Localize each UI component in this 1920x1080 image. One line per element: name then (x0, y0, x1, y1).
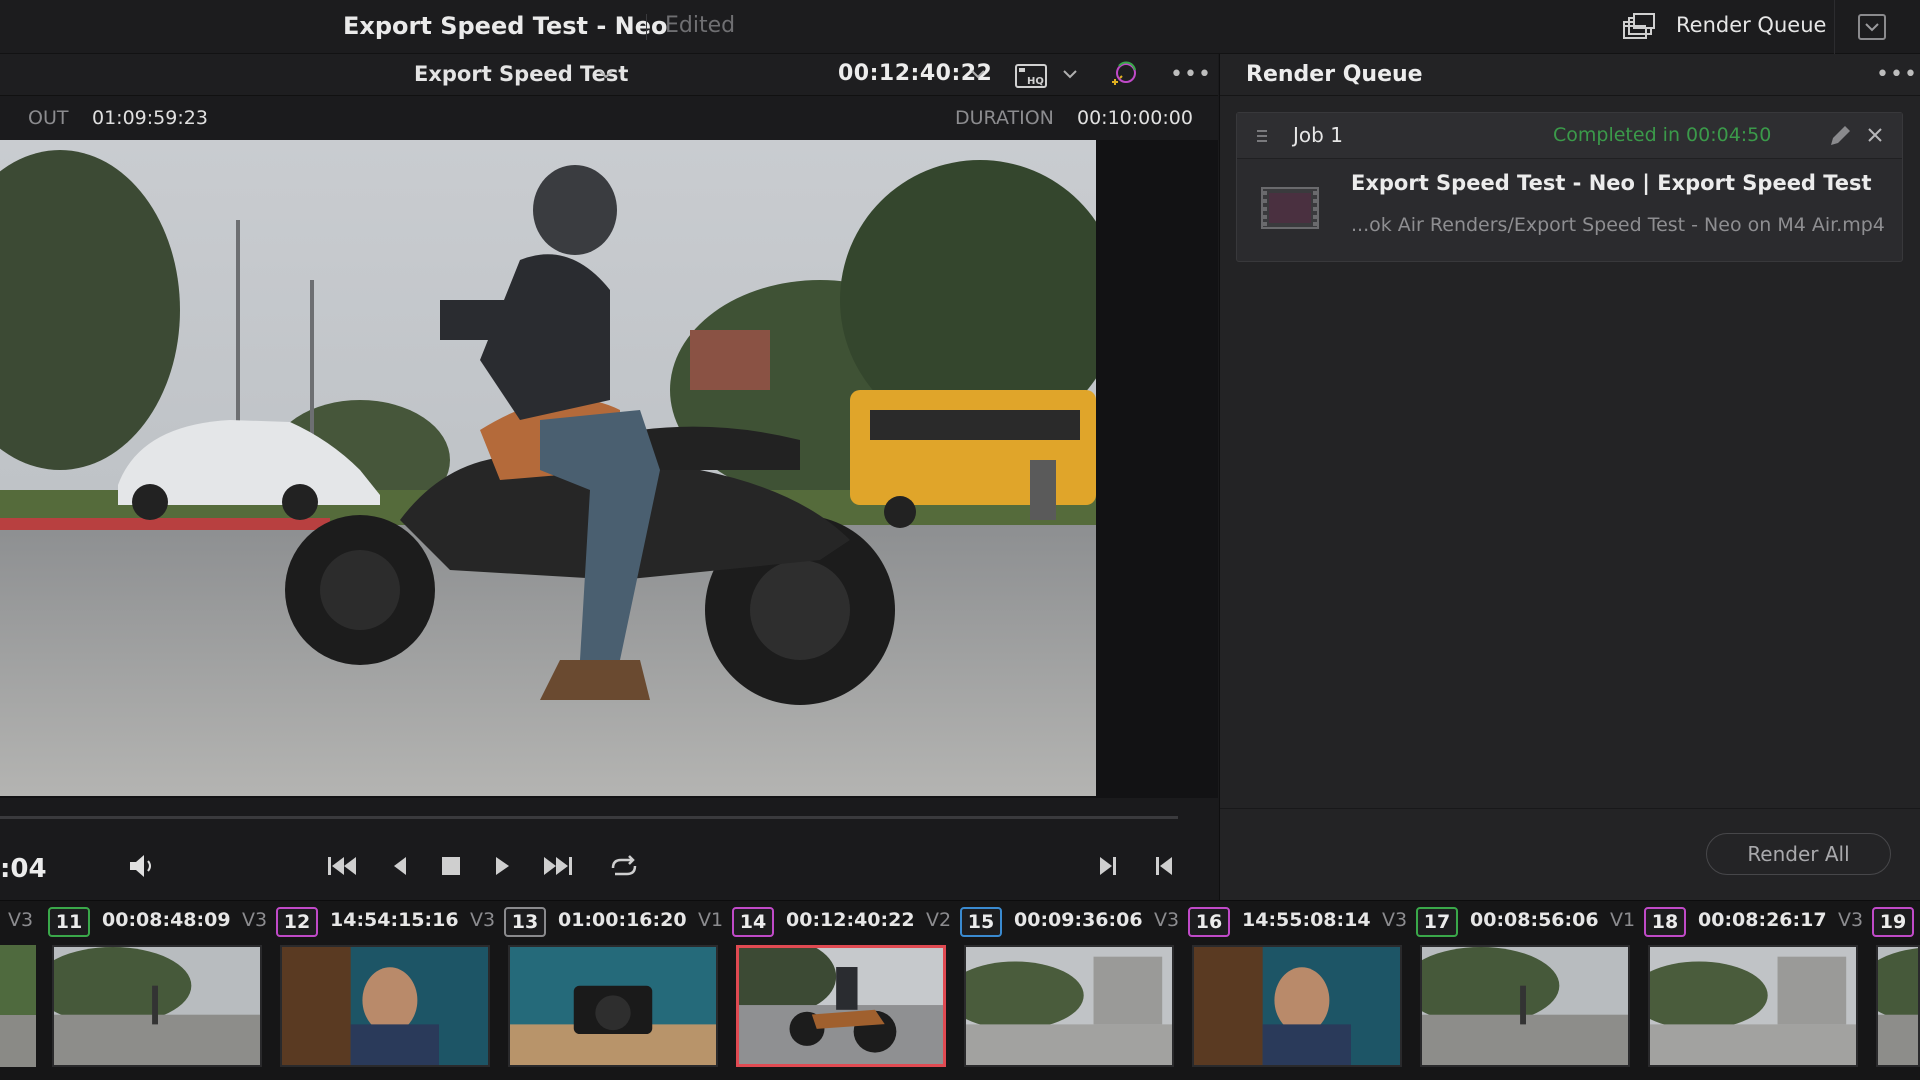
out-value: 01:09:59:23 (92, 107, 208, 129)
video-frame[interactable] (0, 140, 1096, 796)
duration-value: 00:10:00:00 (1077, 107, 1193, 129)
render-queue-icon[interactable] (1622, 12, 1656, 42)
collapse-icon (1865, 23, 1879, 32)
clip-number-badge: 15 (960, 907, 1002, 937)
job-title: Export Speed Test - Neo | Export Speed T… (1351, 171, 1872, 195)
volume-icon[interactable] (124, 850, 160, 882)
transport-controls: :04 (0, 830, 1218, 900)
close-icon[interactable] (1865, 125, 1885, 145)
clip-track-label: V3 (1838, 909, 1864, 931)
clip-timecode: 00:08:26:17 (1698, 909, 1827, 931)
render-queue-more-icon[interactable]: ••• (1876, 62, 1918, 87)
title-divider (646, 14, 647, 40)
drag-handle-icon[interactable] (1257, 129, 1267, 143)
clip-number-badge: 16 (1188, 907, 1230, 937)
clip-track-label: V3 (242, 909, 268, 931)
clip-thumbnail[interactable] (280, 945, 490, 1067)
stop-icon[interactable] (433, 850, 469, 882)
chevron-down-icon[interactable] (970, 66, 986, 82)
clip-timecode: 00:08:48:09 (102, 909, 231, 931)
job-output-path: ...ok Air Renders/Export Speed Test - Ne… (1351, 214, 1885, 236)
footer-divider (1220, 808, 1920, 809)
clip-thumbnail[interactable] (964, 945, 1174, 1067)
clip-number-badge: 17 (1416, 907, 1458, 937)
clip-timecode: 14:55:08:14 (1242, 909, 1371, 931)
clip-number-badge: 11 (48, 907, 90, 937)
clip-thumbnail[interactable] (1192, 945, 1402, 1067)
clip-timecode: 00:09:36:06 (1014, 909, 1143, 931)
clip-timecode: 14:54:15:16 (330, 909, 459, 931)
step-back-icon[interactable] (382, 850, 418, 882)
scrubber-bar[interactable] (0, 816, 1178, 819)
svg-text:HQ: HQ (1027, 76, 1044, 87)
partial-clip-thumbnail[interactable] (0, 945, 36, 1067)
render-queue-panel: Render Queue ••• Job 1 Completed in 00:0… (1219, 54, 1920, 900)
clip-number-badge: 14 (732, 907, 774, 937)
viewer-info-row: OUT 01:09:59:23 DURATION 00:10:00:00 (0, 96, 1218, 140)
clip-thumbnail[interactable] (508, 945, 718, 1067)
render-queue-button[interactable]: Render Queue (1676, 13, 1826, 37)
job-header: Job 1 Completed in 00:04:50 (1237, 113, 1902, 159)
current-timecode: :04 (0, 854, 47, 884)
clip-strip: V3 11 00:08:48:09 V3 12 14:54:15:16 V3 13 01:00… (0, 900, 1920, 1080)
project-title: Export Speed Test - Neo (343, 12, 668, 40)
clip-thumbnail[interactable] (736, 945, 946, 1067)
mark-in-icon[interactable] (1090, 850, 1126, 882)
skip-end-icon[interactable] (540, 850, 576, 882)
render-all-button[interactable]: Render All (1706, 833, 1891, 875)
clip-track-label: V3 (1154, 909, 1180, 931)
clip-track-label: V3 (1382, 909, 1408, 931)
clip-track-label: V3 (8, 909, 34, 931)
clip-thumbnail[interactable] (1648, 945, 1858, 1067)
loop-icon[interactable] (605, 850, 641, 882)
job-status: Completed in 00:04:50 (1553, 124, 1772, 146)
out-label: OUT (28, 107, 69, 129)
title-bar: Export Speed Test - Neo Edited Render Qu… (0, 0, 1920, 54)
clip-timecode: 00:08:56:06 (1470, 909, 1599, 931)
skip-start-icon[interactable] (324, 850, 360, 882)
render-queue-title: Render Queue (1246, 62, 1423, 87)
clip-thumbnail[interactable] (52, 945, 262, 1067)
clip-number-badge: 13 (504, 907, 546, 937)
clip-track-label: V1 (698, 909, 724, 931)
playback-quality-icon[interactable]: HQ (1015, 63, 1049, 89)
mark-out-icon[interactable] (1146, 850, 1182, 882)
collapse-button[interactable] (1858, 14, 1886, 40)
chevron-down-icon[interactable] (1062, 66, 1078, 82)
clip-track-label: V2 (926, 909, 952, 931)
clip-number-badge: 12 (276, 907, 318, 937)
titlebar-divider (1834, 0, 1835, 54)
clip-timecode: 01:00:16:20 (558, 909, 687, 931)
render-queue-header: Render Queue ••• (1220, 54, 1920, 96)
clip-track-label: V1 (1610, 909, 1636, 931)
render-job[interactable]: Job 1 Completed in 00:04:50 Export Speed… (1236, 112, 1903, 262)
viewer-header: Export Speed Test 00:12:40:22 HQ ••• (0, 54, 1218, 96)
duration-label: DURATION (955, 107, 1054, 129)
bypass-effects-icon[interactable] (1108, 60, 1140, 90)
viewer (0, 140, 1218, 798)
clip-timecode: 00:12:40:22 (786, 909, 915, 931)
clip-thumbnail[interactable] (1420, 945, 1630, 1067)
edited-status: Edited (665, 13, 736, 38)
job-name: Job 1 (1293, 123, 1343, 147)
film-icon (1261, 187, 1319, 229)
clip-number-badge: 18 (1644, 907, 1686, 937)
clip-thumbnail[interactable] (1876, 945, 1920, 1067)
viewer-more-icon[interactable]: ••• (1170, 62, 1212, 87)
edit-icon[interactable] (1827, 123, 1853, 149)
clip-number-badge: 19 (1872, 907, 1914, 937)
clip-track-label: V3 (470, 909, 496, 931)
timeline-selector[interactable]: Export Speed Test (414, 62, 628, 86)
chevron-down-icon[interactable] (598, 66, 614, 82)
play-icon[interactable] (484, 850, 520, 882)
